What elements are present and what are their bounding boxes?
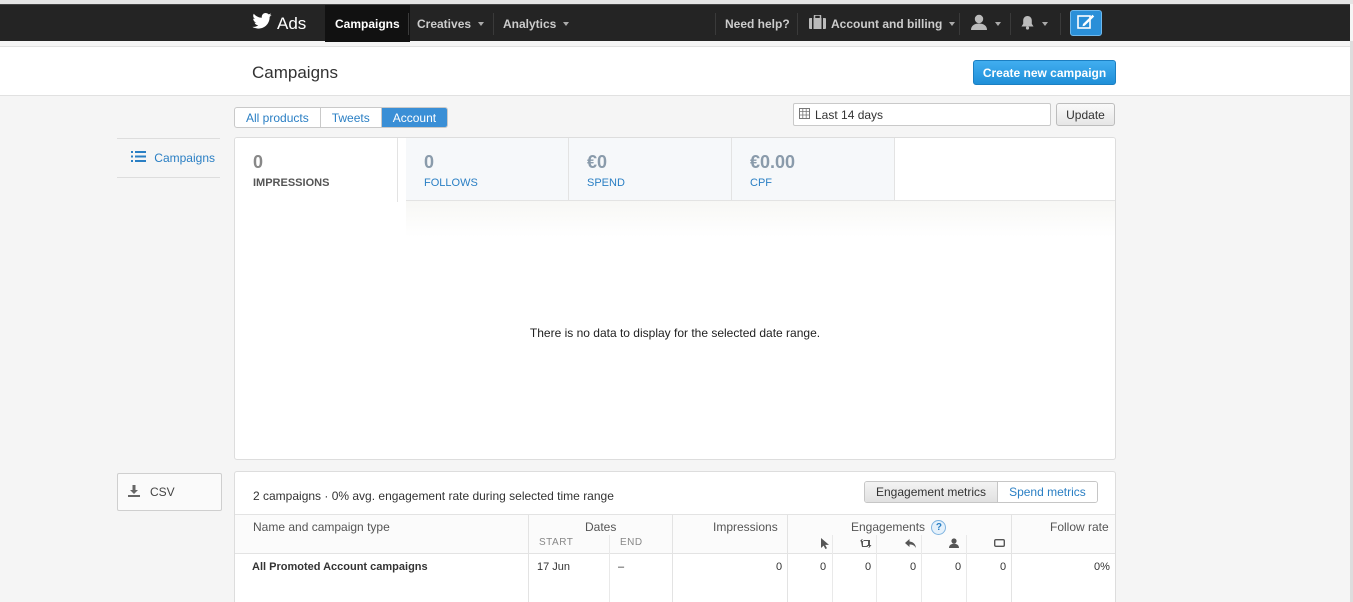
campaign-end: – (618, 561, 625, 573)
metric-tab-filler (895, 138, 1115, 201)
brand-logo[interactable]: Ads (252, 5, 306, 42)
campaigns-summary: 2 campaigns · 0% avg. engagement rate du… (253, 489, 614, 503)
page-title: Campaigns (252, 63, 338, 82)
nav-campaigns[interactable]: Campaigns (325, 5, 410, 42)
spend-metrics-button[interactable]: Spend metrics (998, 482, 1097, 502)
help-label: Need help? (725, 16, 790, 31)
engagements-label: Engagements (851, 520, 926, 534)
column-end[interactable]: END (620, 537, 643, 548)
card-icon (992, 537, 1006, 549)
reply-icon (903, 537, 917, 549)
column-divider (672, 514, 673, 602)
column-impressions[interactable]: Impressions (713, 520, 778, 534)
nav-creatives[interactable]: Creatives (407, 5, 494, 42)
metric-label: IMPRESSIONS (253, 177, 330, 189)
nav-divider (797, 13, 798, 35)
sidebar-item-label: Campaigns (154, 151, 215, 165)
campaign-eng-follows: 0 (955, 561, 962, 573)
tab-all-products[interactable]: All products (235, 108, 321, 127)
nav-divider (1060, 13, 1061, 35)
metric-follows[interactable]: 0 FOLLOWS (406, 138, 569, 201)
campaign-eng-cards: 0 (1000, 561, 1007, 573)
account-label: Account and billing (831, 16, 943, 31)
csv-download-button[interactable]: CSV (117, 473, 222, 511)
twitter-bird-icon (252, 13, 272, 34)
compose-button[interactable] (1070, 10, 1102, 36)
update-button[interactable]: Update (1056, 103, 1115, 126)
column-follow-rate[interactable]: Follow rate (1050, 520, 1109, 534)
compose-icon (1077, 14, 1095, 33)
product-filter-tabs: All products Tweets Account (234, 107, 449, 128)
page-header: Campaigns Create new campaign (0, 46, 1350, 96)
column-divider (832, 535, 833, 602)
caret-down-icon (1042, 21, 1048, 26)
column-start[interactable]: START (539, 537, 573, 548)
date-range-value: Last 14 days (815, 107, 884, 122)
top-navigation-bar: Ads Campaigns Creatives Analytics Need h… (0, 4, 1350, 42)
caret-down-icon (949, 21, 956, 26)
caret-down-icon (563, 21, 570, 26)
user-menu[interactable] (960, 5, 1011, 42)
calendar-icon (799, 107, 810, 122)
column-name[interactable]: Name and campaign type (253, 520, 390, 534)
campaign-impressions: 0 (776, 561, 783, 573)
date-range-picker[interactable]: Last 14 days (793, 103, 1051, 126)
chart-top-band (406, 201, 1115, 237)
campaign-eng-retweets: 0 (865, 561, 872, 573)
list-icon (131, 151, 147, 165)
user-icon (970, 14, 988, 33)
column-divider (966, 535, 967, 602)
metric-value: 0 (424, 152, 435, 172)
campaign-name[interactable]: All Promoted Account campaigns (252, 561, 428, 573)
nav-label: Creatives (417, 16, 472, 31)
metric-spend[interactable]: €0 SPEND (569, 138, 732, 201)
campaign-eng-clicks: 0 (820, 561, 827, 573)
bell-icon (1020, 15, 1035, 33)
metrics-toggle: Engagement metrics Spend metrics (864, 481, 1098, 503)
briefcase-icon (809, 14, 826, 32)
retweet-icon (859, 537, 873, 549)
need-help-link[interactable]: Need help? (715, 5, 800, 42)
metrics-card: 0 IMPRESSIONS 0 FOLLOWS €0 SPEND €0.00 C… (234, 137, 1116, 460)
column-divider (528, 514, 529, 602)
help-icon[interactable]: ? (931, 520, 947, 536)
tab-tweets[interactable]: Tweets (321, 108, 382, 127)
empty-chart-message: There is no data to display for the sele… (529, 326, 821, 340)
csv-label: CSV (150, 485, 175, 499)
column-divider (921, 535, 922, 602)
column-engagements: Engagements ? (851, 520, 947, 536)
nav-label: Analytics (503, 16, 557, 31)
brand-label: Ads (277, 13, 307, 33)
follow-icon (947, 537, 961, 549)
nav-analytics[interactable]: Analytics (493, 5, 579, 42)
campaign-eng-replies: 0 (910, 561, 917, 573)
sidebar-item-campaigns[interactable]: Campaigns (117, 138, 220, 178)
column-dates: Dates (585, 520, 617, 534)
caret-down-icon (995, 21, 1001, 26)
metric-label: FOLLOWS (424, 177, 478, 189)
campaign-follow-rate: 0% (1094, 561, 1110, 573)
metric-label: SPEND (587, 177, 625, 189)
metric-label: CPF (750, 177, 772, 189)
download-icon (128, 484, 140, 500)
cursor-icon (818, 537, 832, 549)
campaigns-table-card: 2 campaigns · 0% avg. engagement rate du… (234, 471, 1116, 602)
engagement-metrics-button[interactable]: Engagement metrics (865, 482, 999, 502)
metric-value: 0 (253, 152, 264, 172)
nav-label: Campaigns (335, 16, 400, 31)
metric-cpf[interactable]: €0.00 CPF (732, 138, 895, 201)
metric-impressions[interactable]: 0 IMPRESSIONS (235, 138, 398, 202)
caret-down-icon (478, 21, 485, 26)
metric-value: €0 (587, 152, 608, 172)
account-billing-menu[interactable]: Account and billing (799, 5, 965, 42)
column-divider (787, 514, 788, 602)
create-campaign-button[interactable]: Create new campaign (973, 60, 1116, 85)
column-divider (876, 535, 877, 602)
campaign-start: 17 Jun (537, 561, 571, 573)
column-divider (609, 535, 610, 602)
tab-account[interactable]: Account (381, 108, 448, 127)
notifications-menu[interactable] (1010, 5, 1058, 42)
metric-value: €0.00 (750, 152, 796, 172)
column-divider (1011, 514, 1012, 602)
